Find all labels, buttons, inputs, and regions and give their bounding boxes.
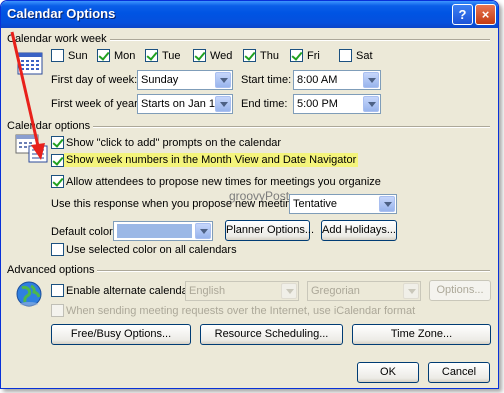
first-day-dropdown[interactable]: Sunday	[137, 70, 233, 90]
color-swatch	[117, 224, 192, 238]
selected-color-label: Use selected color on all calendars	[66, 244, 237, 256]
close-button[interactable]: ×	[475, 4, 496, 25]
label-sat: Sat	[356, 50, 373, 62]
checkbox-sun[interactable]	[51, 49, 64, 62]
resource-scheduling-button[interactable]: Resource Scheduling...	[200, 324, 343, 345]
calendar-options-section-label: Calendar options	[7, 120, 94, 132]
chevron-down-icon[interactable]	[379, 196, 395, 212]
add-holidays-button[interactable]: Add Holidays...	[321, 220, 397, 241]
first-week-value: Starts on Jan 1	[141, 98, 215, 110]
checkbox-sat[interactable]	[339, 49, 352, 62]
ok-button[interactable]: OK	[357, 362, 419, 383]
checkbox-fri[interactable]	[290, 49, 303, 62]
globe-icon	[16, 281, 42, 307]
checkbox-click-to-add[interactable]	[51, 136, 64, 149]
chevron-down-icon[interactable]	[281, 283, 297, 299]
start-time-dropdown[interactable]: 8:00 AM	[293, 70, 381, 90]
title-bar[interactable]: Calendar Options ? ×	[1, 1, 498, 28]
alt-calendar-label: Enable alternate calendar:	[66, 285, 195, 297]
start-time-value: 8:00 AM	[297, 74, 338, 86]
calendar-grid-icon	[17, 52, 43, 75]
label-tue: Tue	[162, 50, 181, 62]
label-fri: Fri	[307, 50, 320, 62]
checkbox-week-numbers[interactable]	[51, 154, 64, 167]
work-week-section-label: Calendar work week	[7, 33, 110, 45]
default-color-dropdown[interactable]	[113, 221, 213, 241]
first-week-dropdown[interactable]: Starts on Jan 1	[137, 94, 233, 114]
label-mon: Mon	[114, 50, 136, 62]
checkbox-mon[interactable]	[97, 49, 110, 62]
response-dropdown[interactable]: Tentative	[289, 194, 397, 214]
default-color-label: Default color:	[51, 226, 116, 238]
chevron-down-icon[interactable]	[363, 96, 379, 112]
checkbox-alt-calendar[interactable]	[51, 284, 64, 297]
chevron-down-icon[interactable]	[195, 223, 211, 239]
first-day-value: Sunday	[141, 74, 179, 86]
calendar-options-dialog: Calendar Options ? × Calendar work week …	[0, 0, 499, 389]
alt-type-value: Gregorian	[311, 285, 360, 297]
checkbox-icalendar[interactable]	[51, 304, 64, 317]
checkbox-thu[interactable]	[243, 49, 256, 62]
advanced-options-section-label: Advanced options	[7, 264, 98, 276]
planner-options-button[interactable]: Planner Options...	[225, 220, 314, 241]
chevron-down-icon[interactable]	[363, 72, 379, 88]
end-time-value: 5:00 PM	[297, 98, 338, 110]
label-thu: Thu	[260, 50, 279, 62]
start-time-label: Start time:	[241, 74, 292, 86]
help-button[interactable]: ?	[452, 4, 473, 25]
response-label: Use this response when you propose new m…	[51, 198, 330, 210]
time-zone-button[interactable]: Time Zone...	[352, 324, 491, 345]
end-time-label: End time:	[241, 98, 288, 110]
end-time-dropdown[interactable]: 5:00 PM	[293, 94, 381, 114]
icalendar-label: When sending meeting requests over the I…	[66, 305, 416, 317]
alt-type-dropdown[interactable]: Gregorian	[307, 281, 421, 301]
click-to-add-label: Show "click to add" prompts on the calen…	[66, 137, 282, 149]
checkbox-tue[interactable]	[145, 49, 158, 62]
alt-options-button[interactable]: Options...	[429, 280, 491, 301]
checkbox-wed[interactable]	[193, 49, 206, 62]
response-value: Tentative	[293, 198, 338, 210]
allow-propose-label: Allow attendees to propose new times for…	[66, 176, 381, 188]
chevron-down-icon[interactable]	[403, 283, 419, 299]
cancel-button[interactable]: Cancel	[428, 362, 490, 383]
advanced-options-divider	[95, 270, 490, 272]
calendar-options-divider	[89, 126, 490, 128]
chevron-down-icon[interactable]	[215, 72, 231, 88]
first-week-label: First week of year:	[51, 98, 141, 110]
label-sun: Sun	[68, 50, 88, 62]
free-busy-options-button[interactable]: Free/Busy Options...	[51, 324, 191, 345]
first-day-label: First day of week:	[51, 74, 138, 86]
alt-language-dropdown[interactable]: English	[185, 281, 299, 301]
window-title: Calendar Options	[7, 6, 116, 21]
checkbox-selected-color[interactable]	[51, 243, 64, 256]
checkbox-allow-propose[interactable]	[51, 175, 64, 188]
calendar-options-icon	[15, 134, 48, 163]
week-numbers-label: Show week numbers in the Month View and …	[64, 153, 359, 167]
label-wed: Wed	[210, 50, 233, 62]
work-week-divider	[101, 39, 490, 41]
alt-language-value: English	[189, 285, 226, 297]
chevron-down-icon[interactable]	[215, 96, 231, 112]
